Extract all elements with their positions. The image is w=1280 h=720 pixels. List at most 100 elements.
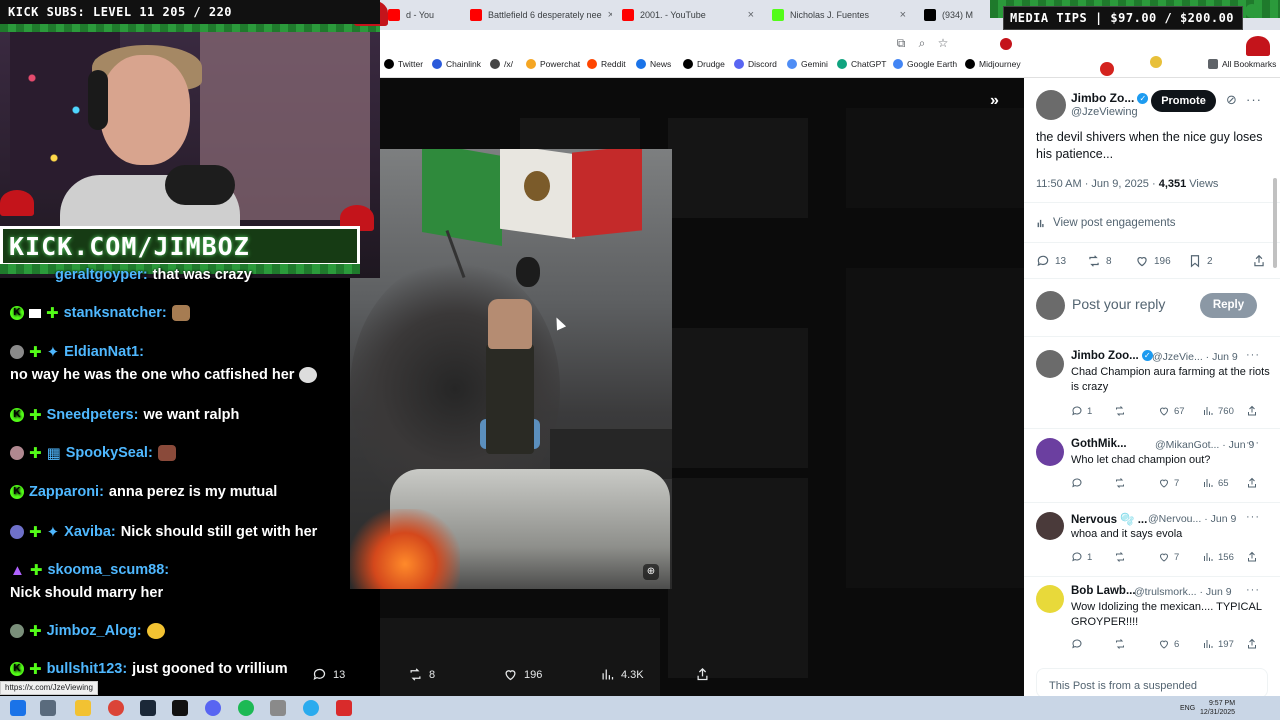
windows-start-icon[interactable] (10, 700, 26, 716)
repost-stat[interactable]: 8 (1087, 254, 1112, 268)
bookmark[interactable]: Google Earth (893, 59, 957, 69)
bookmark[interactable]: News (636, 59, 671, 69)
reply-stat[interactable]: 13 (1036, 254, 1066, 268)
post-stats: 13 8 196 2 (1036, 254, 1268, 272)
obs-icon[interactable] (336, 700, 352, 716)
reply-views[interactable]: 197 (1202, 638, 1234, 650)
reply-author[interactable]: Nervous 🫧 ... (1071, 512, 1147, 526)
cast-icon[interactable]: ⧉ (894, 36, 908, 50)
bookmark[interactable]: Chainlink (432, 59, 481, 69)
bookmark[interactable]: Twitter (384, 59, 423, 69)
bookmark[interactable]: Powerchat (526, 59, 580, 69)
reply-reply[interactable] (1071, 477, 1083, 489)
reply-like[interactable]: 7 (1158, 551, 1179, 563)
reply-author[interactable]: GothMik... (1071, 438, 1127, 450)
reply-avatar[interactable] (1036, 438, 1064, 466)
reply-repost[interactable] (1114, 638, 1126, 650)
close-tab-icon[interactable]: × (900, 9, 906, 21)
reply-author[interactable]: Bob Lawb... (1071, 585, 1136, 597)
bookmark[interactable]: Reddit (587, 59, 626, 69)
system-clock[interactable]: 9:57 PM 12/31/2025 (1200, 699, 1235, 717)
reply-reply[interactable] (1071, 638, 1083, 650)
reply-like[interactable]: 67 (1158, 405, 1185, 417)
task-view-icon[interactable] (40, 700, 56, 716)
discord-icon[interactable] (205, 700, 221, 716)
more-options-icon[interactable]: ··· (1246, 511, 1260, 523)
reply-share[interactable] (1246, 405, 1258, 417)
reply-share[interactable] (1246, 551, 1258, 563)
heart-icon (1159, 553, 1169, 562)
scrollbar[interactable] (1273, 178, 1277, 268)
reply-reply[interactable]: 1 (1071, 551, 1092, 563)
steam-icon[interactable] (140, 700, 156, 716)
more-options-icon[interactable]: ··· (1246, 349, 1260, 361)
reply-avatar[interactable] (1036, 350, 1064, 378)
spotify-icon[interactable] (238, 700, 254, 716)
reply-repost[interactable] (1114, 477, 1126, 489)
terminal-icon[interactable] (172, 700, 188, 716)
reply-input[interactable]: Post your reply (1072, 296, 1165, 312)
like-stat[interactable]: 196 (1135, 254, 1171, 268)
repost-icon (1116, 639, 1124, 649)
zoom-icon[interactable]: ⌕ (915, 36, 929, 50)
file-explorer-icon[interactable] (75, 700, 91, 716)
reply-views[interactable]: 65 (1202, 477, 1229, 489)
reply-button[interactable]: Reply (1200, 293, 1257, 318)
bookmark[interactable]: ChatGPT (837, 59, 886, 69)
reply-post[interactable]: Nervous 🫧 ... @Nervou... · Jun 9 ··· who… (1024, 510, 1280, 574)
reply-views[interactable]: 760 (1202, 405, 1234, 417)
media-options-icon[interactable]: ⊕ (643, 564, 659, 580)
repost-action[interactable]: 8 (408, 667, 435, 682)
bookmark-stat[interactable]: 2 (1188, 254, 1213, 268)
reply-reply[interactable]: 1 (1071, 405, 1092, 417)
reply-author[interactable]: Jimbo Zoo... ✓ (1071, 350, 1153, 362)
repost-icon (1116, 478, 1124, 488)
app-icon[interactable] (270, 700, 286, 716)
more-options-icon[interactable]: ··· (1246, 92, 1262, 107)
share-stat[interactable] (1252, 254, 1266, 268)
chat-overlay: geraltgoyper: that was crazy K ✚ stanksnatc… (0, 262, 350, 680)
bookmark[interactable]: Discord (734, 59, 777, 69)
view-engagements-link[interactable]: View post engagements (1036, 217, 1176, 229)
bookmark[interactable]: Drudge (683, 59, 725, 69)
browser-tab[interactable]: Nicholas J. Fuentes × (764, 3, 914, 27)
telegram-icon[interactable] (303, 700, 319, 716)
bookmark[interactable]: /x/ (490, 59, 513, 69)
reply-share[interactable] (1246, 638, 1258, 650)
avatar[interactable] (1036, 90, 1066, 120)
more-options-icon[interactable]: ··· (1246, 584, 1260, 596)
reply-post[interactable]: Bob Lawb... @trulsmork... · Jun 9 ··· Wo… (1024, 583, 1280, 657)
like-action[interactable]: 196 (503, 667, 542, 682)
close-tab-icon[interactable]: × (608, 9, 612, 21)
reply-avatar[interactable] (1036, 585, 1064, 613)
browser-tab-active[interactable]: (934) M (916, 3, 986, 27)
close-tab-icon[interactable]: × (748, 9, 754, 21)
reply-repost[interactable] (1114, 551, 1126, 563)
author-handle[interactable]: @JzeViewing (1071, 106, 1138, 118)
chrome-icon[interactable] (108, 700, 124, 716)
language-indicator[interactable]: ENG (1180, 704, 1195, 713)
browser-tab[interactable]: Battlefield 6 desperately nee × (462, 3, 612, 27)
reply-share[interactable] (1246, 477, 1258, 489)
browser-tab[interactable]: 2001. - YouTube × (614, 3, 762, 27)
promote-button[interactable]: Promote (1151, 90, 1216, 112)
author-name[interactable]: Jimbo Zo... ✓ (1071, 91, 1149, 105)
reply-views[interactable]: 156 (1202, 551, 1234, 563)
more-options-icon[interactable]: ··· (1246, 437, 1260, 449)
post-media-image[interactable]: ⊕ (350, 149, 672, 589)
reply-like[interactable]: 6 (1158, 638, 1179, 650)
reply-post[interactable]: GothMik... @MikanGot... · Jun 9 ··· Who … (1024, 436, 1280, 500)
bookmark[interactable]: Gemini (787, 59, 828, 69)
reply-post[interactable]: Jimbo Zoo... ✓ @JzeVie... · Jun 9 ··· Cha… (1024, 348, 1280, 422)
views-action[interactable]: 4.3K (600, 667, 644, 682)
bookmark-star-icon[interactable]: ☆ (936, 36, 950, 50)
collapse-panel-icon[interactable]: » (990, 92, 999, 110)
share-action[interactable] (695, 667, 710, 682)
grok-icon[interactable]: ⊘ (1226, 92, 1238, 108)
reply-avatar[interactable] (1036, 512, 1064, 540)
all-bookmarks[interactable]: All Bookmarks (1208, 59, 1276, 69)
reply-like[interactable]: 7 (1158, 477, 1179, 489)
browser-tab[interactable]: d - You (380, 3, 450, 27)
reply-repost[interactable] (1114, 405, 1126, 417)
bookmark[interactable]: Midjourney (965, 59, 1021, 69)
